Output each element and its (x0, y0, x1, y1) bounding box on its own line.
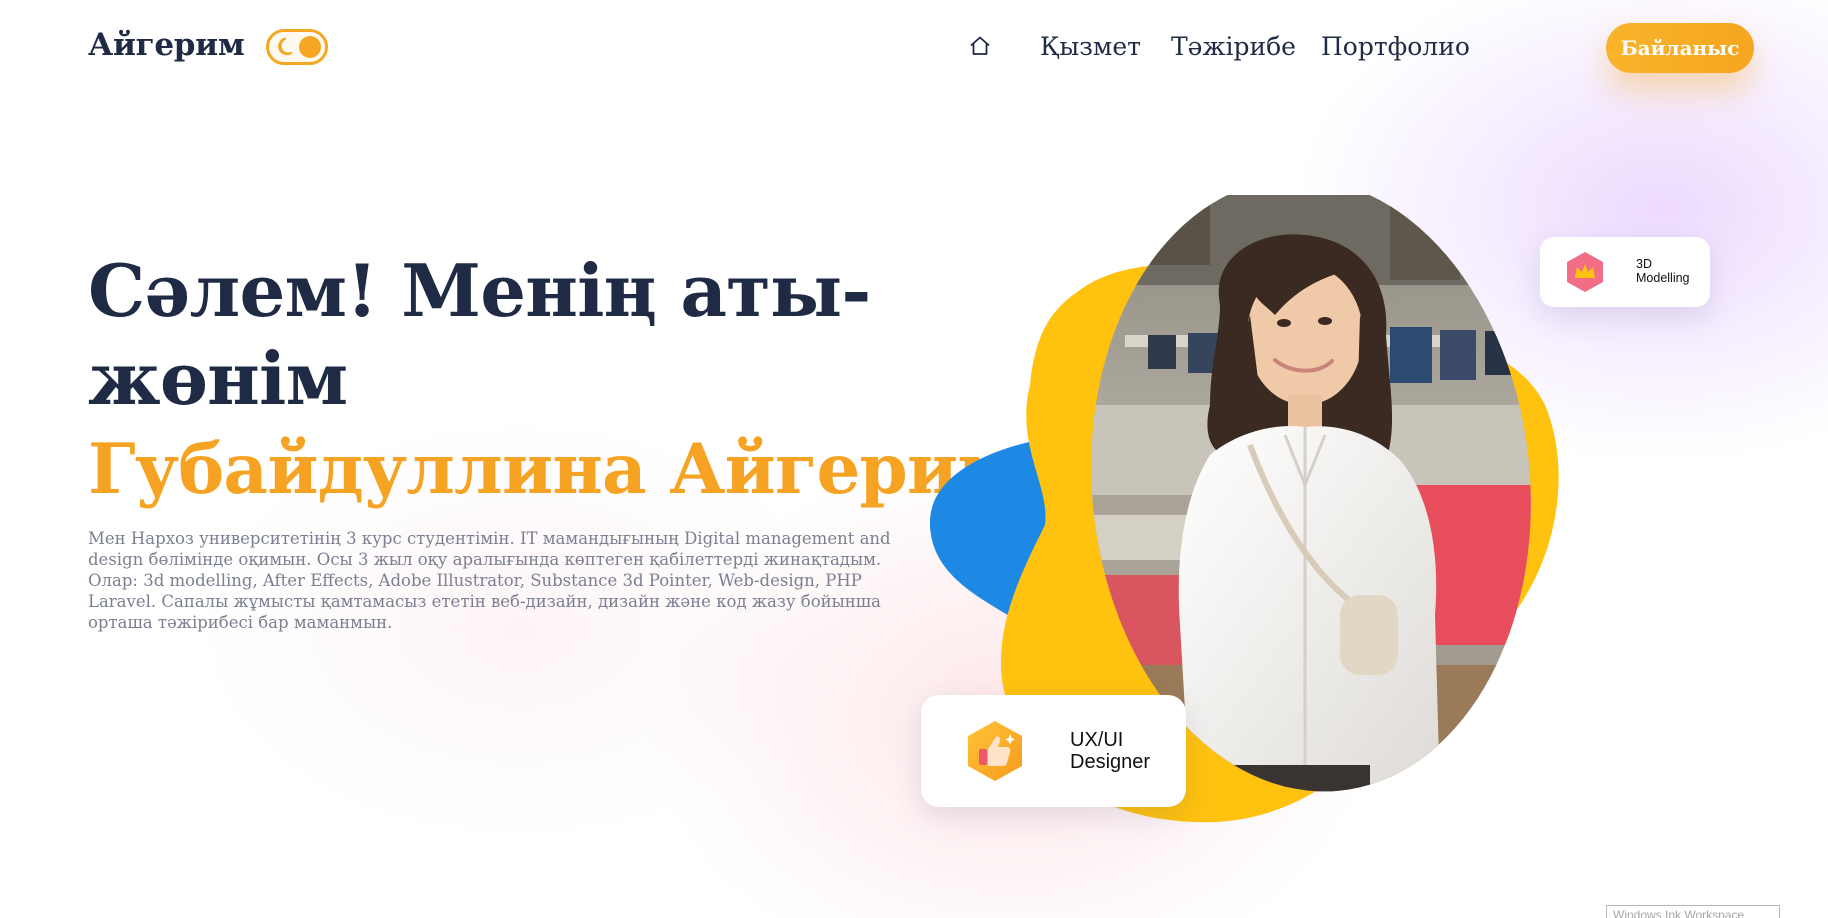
hero-name: Губайдуллина Айгерим (88, 429, 1017, 510)
theme-toggle[interactable] (266, 29, 328, 65)
moon-icon (278, 37, 293, 56)
skill-card-3d-modelling: 3D Modelling (1540, 237, 1710, 307)
toggle-knob (299, 36, 321, 58)
nav-link-portfolio[interactable]: Портфолио (1321, 32, 1470, 61)
nav-link-experience[interactable]: Тәжірибе (1171, 32, 1296, 61)
home-icon[interactable] (968, 34, 992, 58)
site-logo[interactable]: Айгерим (88, 27, 245, 63)
portfolio-page: Айгерим Қызмет Тәжірибе Портфолио Байлан… (0, 0, 1828, 918)
hero-greeting-line-2: жөнім (88, 336, 348, 421)
skill-label-ux-ui-designer: UX/UI Designer (1070, 729, 1151, 774)
skill-label-3d-modelling: 3D Modelling (1636, 257, 1690, 285)
thumbs-up-icon (968, 721, 1022, 781)
skill-card-ux-ui-designer: UX/UI Designer (921, 695, 1186, 807)
windows-ink-workspace-button[interactable]: Windows Ink Workspace (1606, 905, 1780, 918)
contact-button[interactable]: Байланыс (1606, 23, 1754, 73)
crown-icon (1567, 252, 1603, 292)
nav-link-service[interactable]: Қызмет (1040, 32, 1141, 61)
hero-greeting-line-1: Сәлем! Менің аты- (88, 248, 871, 333)
hero-description: Мен Нархоз университетінің 3 курс студен… (88, 529, 891, 632)
